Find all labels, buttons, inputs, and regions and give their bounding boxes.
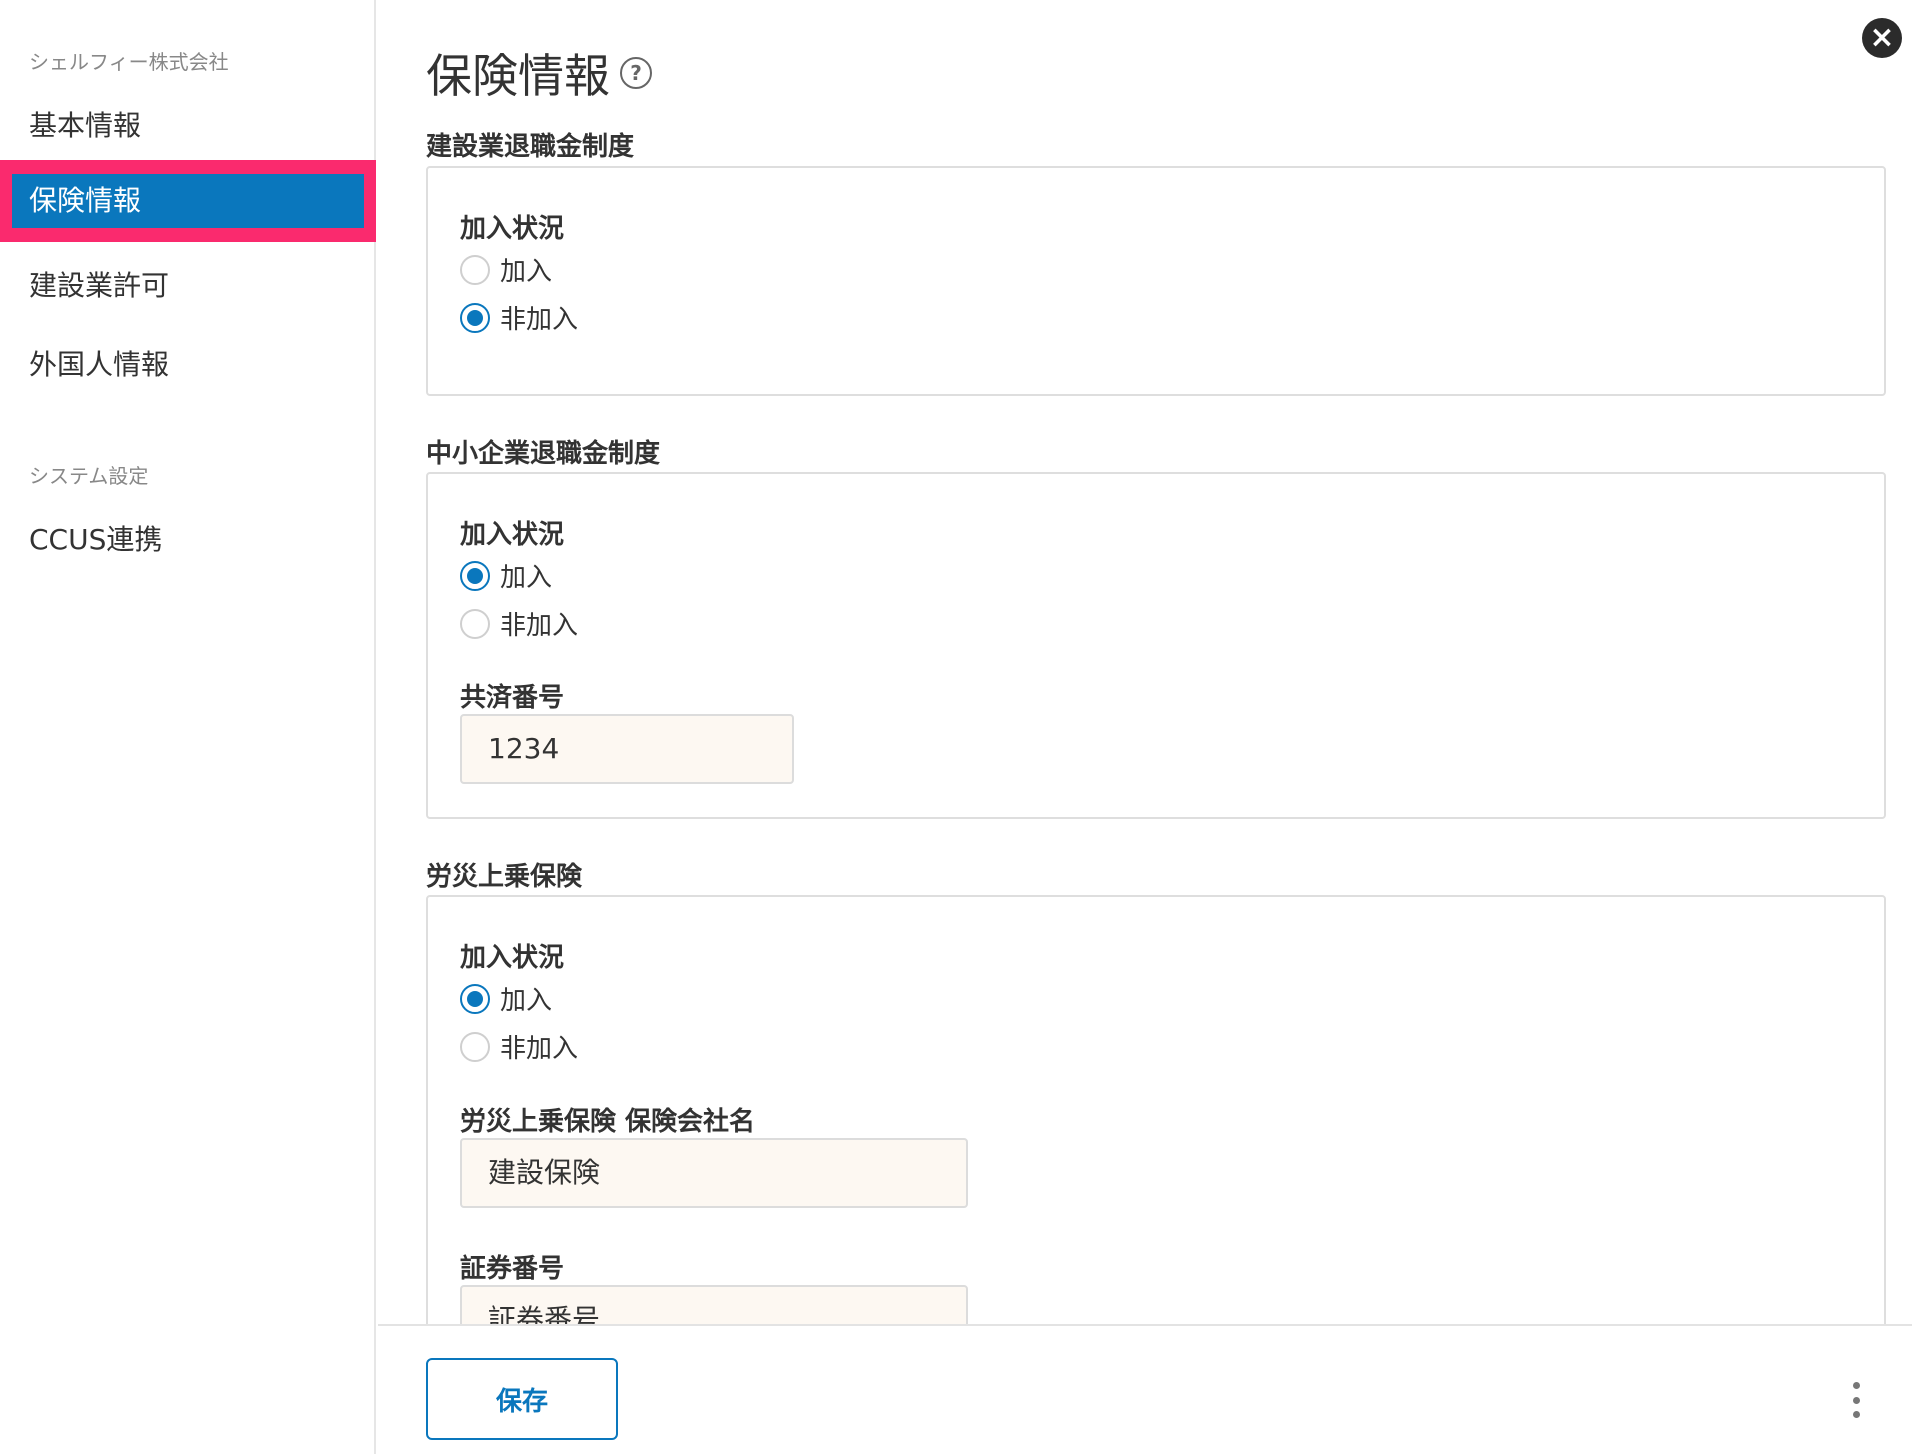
card-workers-comp-extra: 加入状況 加入 非加入 労災上乗保険 保険会社名 建設保険 証券番号 証券番号	[426, 895, 1886, 1324]
more-dot	[1852, 1396, 1860, 1404]
page-title: 保険情報	[426, 49, 610, 103]
sidebar-item-insurance-info[interactable]: 保険情報	[12, 174, 364, 228]
radio-label: 非加入	[500, 611, 579, 641]
policy-number-label: 証券番号	[460, 1254, 565, 1284]
insurance-company-label: 労災上乗保険 保険会社名	[460, 1107, 756, 1137]
policy-number-input[interactable]: 証券番号	[460, 1285, 968, 1324]
sidebar-system-label: システム設定	[29, 464, 149, 488]
radio-checked-icon	[460, 983, 490, 1014]
section-title-sme-retirement: 中小企業退職金制度	[426, 439, 661, 469]
status-label: 加入状況	[460, 943, 565, 973]
sidebar-active-highlight: 保険情報	[0, 160, 376, 242]
section-title-workers-comp-extra: 労災上乗保険	[426, 862, 583, 892]
radio-not-join[interactable]: 非加入	[460, 1028, 578, 1065]
radio-label: 加入	[500, 986, 553, 1016]
card-sme-retirement: 加入状況 加入 非加入 共済番号 1234	[426, 472, 1886, 819]
radio-not-join[interactable]: 非加入	[460, 605, 578, 642]
help-icon[interactable]: ?	[620, 57, 652, 89]
radio-unchecked-icon	[460, 608, 490, 639]
sidebar-item-construction-permit[interactable]: 建設業許可	[29, 264, 169, 304]
card-construction-retirement: 加入状況 加入 非加入	[426, 166, 1886, 396]
more-dot	[1852, 1382, 1860, 1389]
sidebar-company-label: シェルフィー株式会社	[29, 50, 229, 74]
radio-join[interactable]: 加入	[460, 251, 552, 288]
radio-label: 非加入	[500, 1034, 579, 1064]
status-label: 加入状況	[460, 520, 565, 550]
radio-join[interactable]: 加入	[460, 557, 552, 594]
more-dot	[1852, 1411, 1860, 1418]
radio-join[interactable]: 加入	[460, 980, 552, 1017]
page-title-row: 保険情報 ?	[426, 40, 652, 106]
insurance-company-input[interactable]: 建設保険	[460, 1138, 968, 1208]
radio-checked-icon	[460, 560, 490, 591]
section-title-construction-retirement: 建設業退職金制度	[426, 132, 635, 162]
radio-not-join[interactable]: 非加入	[460, 299, 578, 336]
mutual-aid-number-input[interactable]: 1234	[460, 714, 794, 784]
radio-checked-icon	[460, 302, 490, 333]
sidebar-item-ccus[interactable]: CCUS連携	[29, 518, 162, 558]
sidebar: シェルフィー株式会社 基本情報 保険情報 建設業許可 外国人情報 システム設定 …	[0, 0, 376, 1454]
radio-unchecked-icon	[460, 1031, 490, 1062]
main-content: 保険情報 ? 建設業退職金制度 加入状況 加入 非加入 中小企業退職金制度 加入…	[378, 0, 1912, 1324]
status-label: 加入状況	[460, 214, 565, 244]
radio-unchecked-icon	[460, 254, 490, 285]
footer-bar: 保存	[378, 1324, 1912, 1454]
save-button[interactable]: 保存	[426, 1358, 618, 1440]
radio-label: 加入	[500, 563, 553, 593]
sidebar-item-basic-info[interactable]: 基本情報	[29, 104, 141, 144]
radio-label: 非加入	[500, 305, 579, 335]
mutual-aid-number-label: 共済番号	[460, 683, 565, 713]
more-options-icon[interactable]	[1848, 1382, 1864, 1418]
radio-label: 加入	[500, 257, 553, 287]
sidebar-item-foreigner-info[interactable]: 外国人情報	[29, 343, 169, 383]
